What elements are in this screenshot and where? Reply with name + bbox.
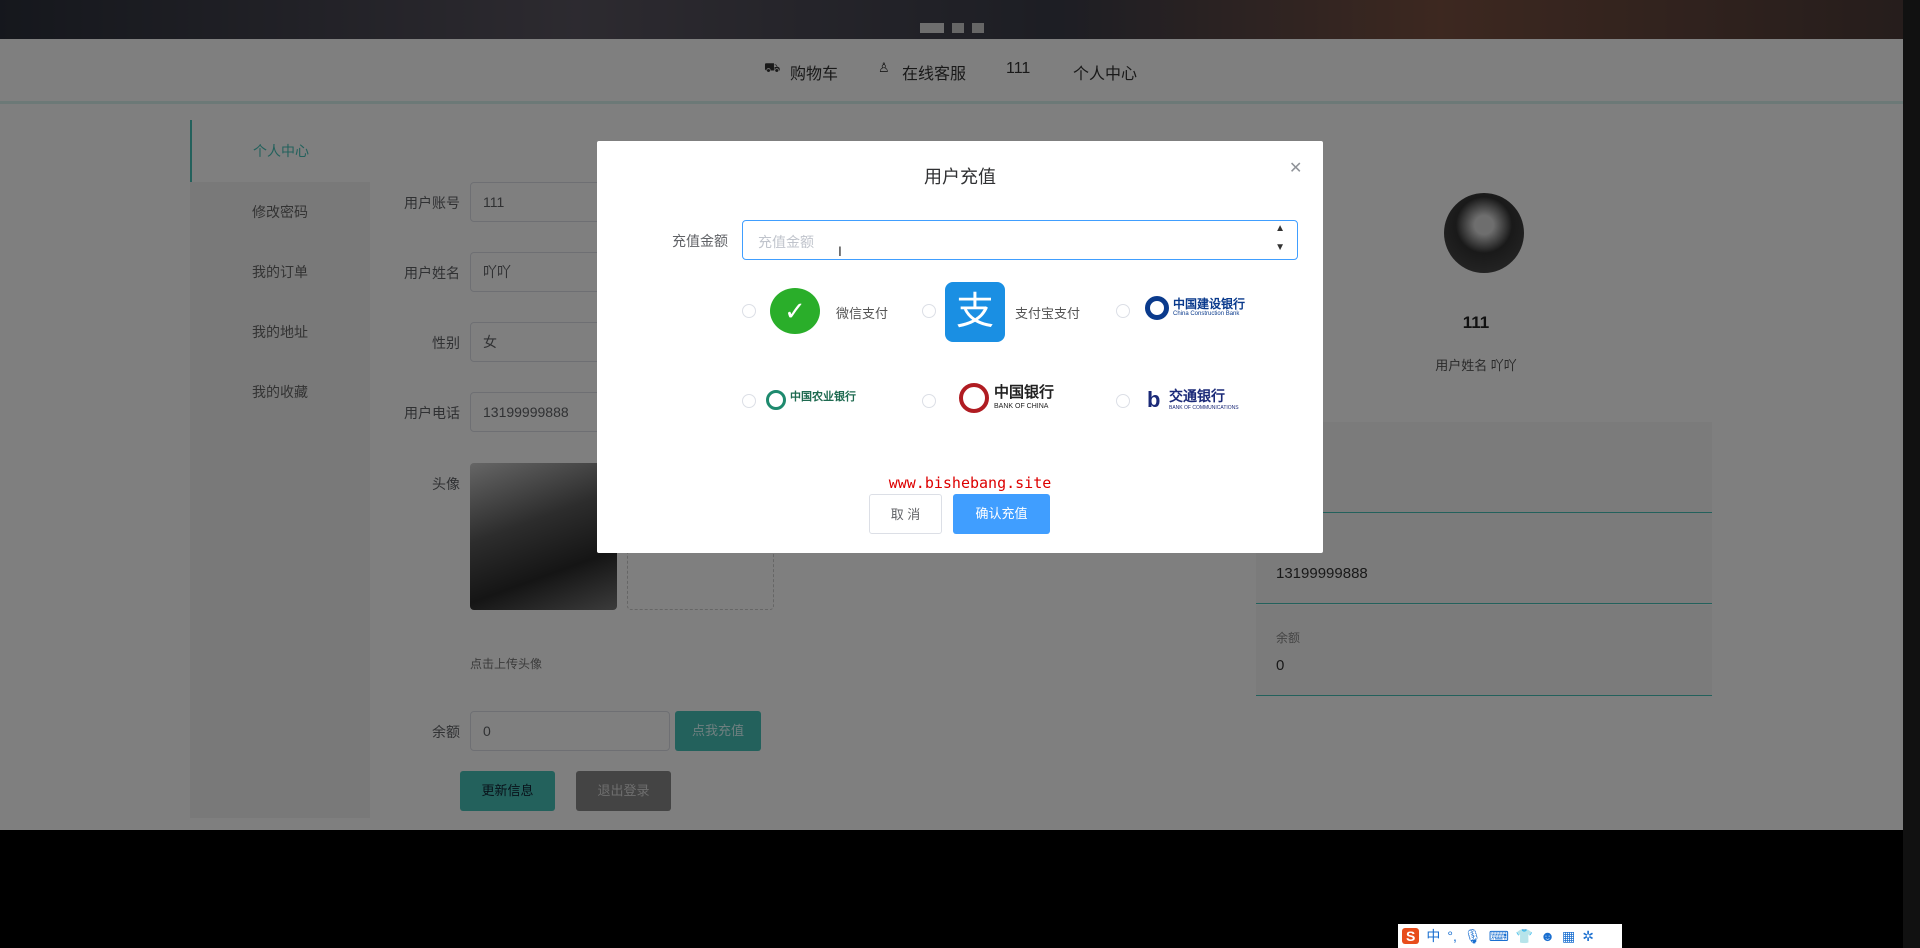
alipay-label: 支付宝支付	[1015, 306, 1081, 321]
increment-icon[interactable]: ▲	[1275, 223, 1285, 234]
bocom-name: 交通银行	[1169, 389, 1225, 405]
screen-edge	[1903, 0, 1920, 948]
abc-logo-icon	[766, 390, 786, 410]
ime-mode[interactable]: 中	[1426, 926, 1440, 946]
radio-abc[interactable]	[742, 394, 756, 408]
boc-name-en: BANK OF CHINA	[994, 403, 1049, 410]
text-cursor-icon: I	[838, 243, 842, 259]
amount-input[interactable]: 充值金额 ▲ ▼	[742, 220, 1298, 260]
bocom-logo-icon: b	[1147, 387, 1161, 412]
skin-icon[interactable]: 👕	[1516, 928, 1533, 945]
amount-placeholder: 充值金额	[758, 234, 814, 250]
desktop-black-area	[0, 830, 1920, 948]
ccb-logo-icon	[1145, 296, 1169, 320]
radio-wechat[interactable]	[742, 304, 756, 318]
ccb-name-en: China Construction Bank	[1173, 311, 1240, 317]
boc-name: 中国银行	[994, 383, 1055, 401]
radio-alipay[interactable]	[922, 304, 936, 318]
wechat-pay-label: 微信支付	[836, 306, 889, 321]
radio-ccb[interactable]	[1116, 304, 1130, 318]
ccb-name: 中国建设银行	[1173, 297, 1246, 311]
abc-name: 中国农业银行	[790, 391, 856, 403]
confirm-recharge-button[interactable]: 确认充值	[953, 494, 1050, 534]
wechat-pay-icon: ✓	[770, 288, 820, 334]
apps-icon[interactable]: ▦	[1562, 928, 1575, 945]
alipay-icon: 支	[945, 282, 1005, 342]
amount-label: 充值金额	[672, 233, 728, 249]
ime-toolbar[interactable]: S 中 °, 🎙 ⌨ 👕 ☻ ▦ ✲	[1398, 924, 1622, 948]
watermark: www.bishebang.site	[888, 474, 1052, 492]
punctuation-icon[interactable]: °,	[1447, 928, 1457, 944]
dialog-title: 用户充值	[924, 167, 996, 187]
close-icon[interactable]: ✕	[1289, 158, 1302, 178]
radio-boc[interactable]	[922, 394, 936, 408]
bocom-name-en: BANK OF COMMUNICATIONS	[1169, 405, 1239, 411]
boc-logo-icon	[959, 383, 989, 413]
cancel-button[interactable]: 取 消	[869, 494, 942, 534]
microphone-icon[interactable]: 🎙	[1464, 928, 1482, 945]
radio-bocom[interactable]	[1116, 394, 1130, 408]
recharge-dialog: 用户充值 ✕ 充值金额 充值金额 ▲ ▼ ✓ 微信支付 支 支付宝支付 中国建设…	[597, 141, 1323, 553]
settings-icon[interactable]: ✲	[1582, 928, 1594, 945]
decrement-icon[interactable]: ▼	[1275, 242, 1285, 253]
sogou-logo-icon: S	[1402, 928, 1420, 944]
assistant-icon[interactable]: ☻	[1540, 928, 1555, 944]
keyboard-icon[interactable]: ⌨	[1489, 928, 1509, 945]
